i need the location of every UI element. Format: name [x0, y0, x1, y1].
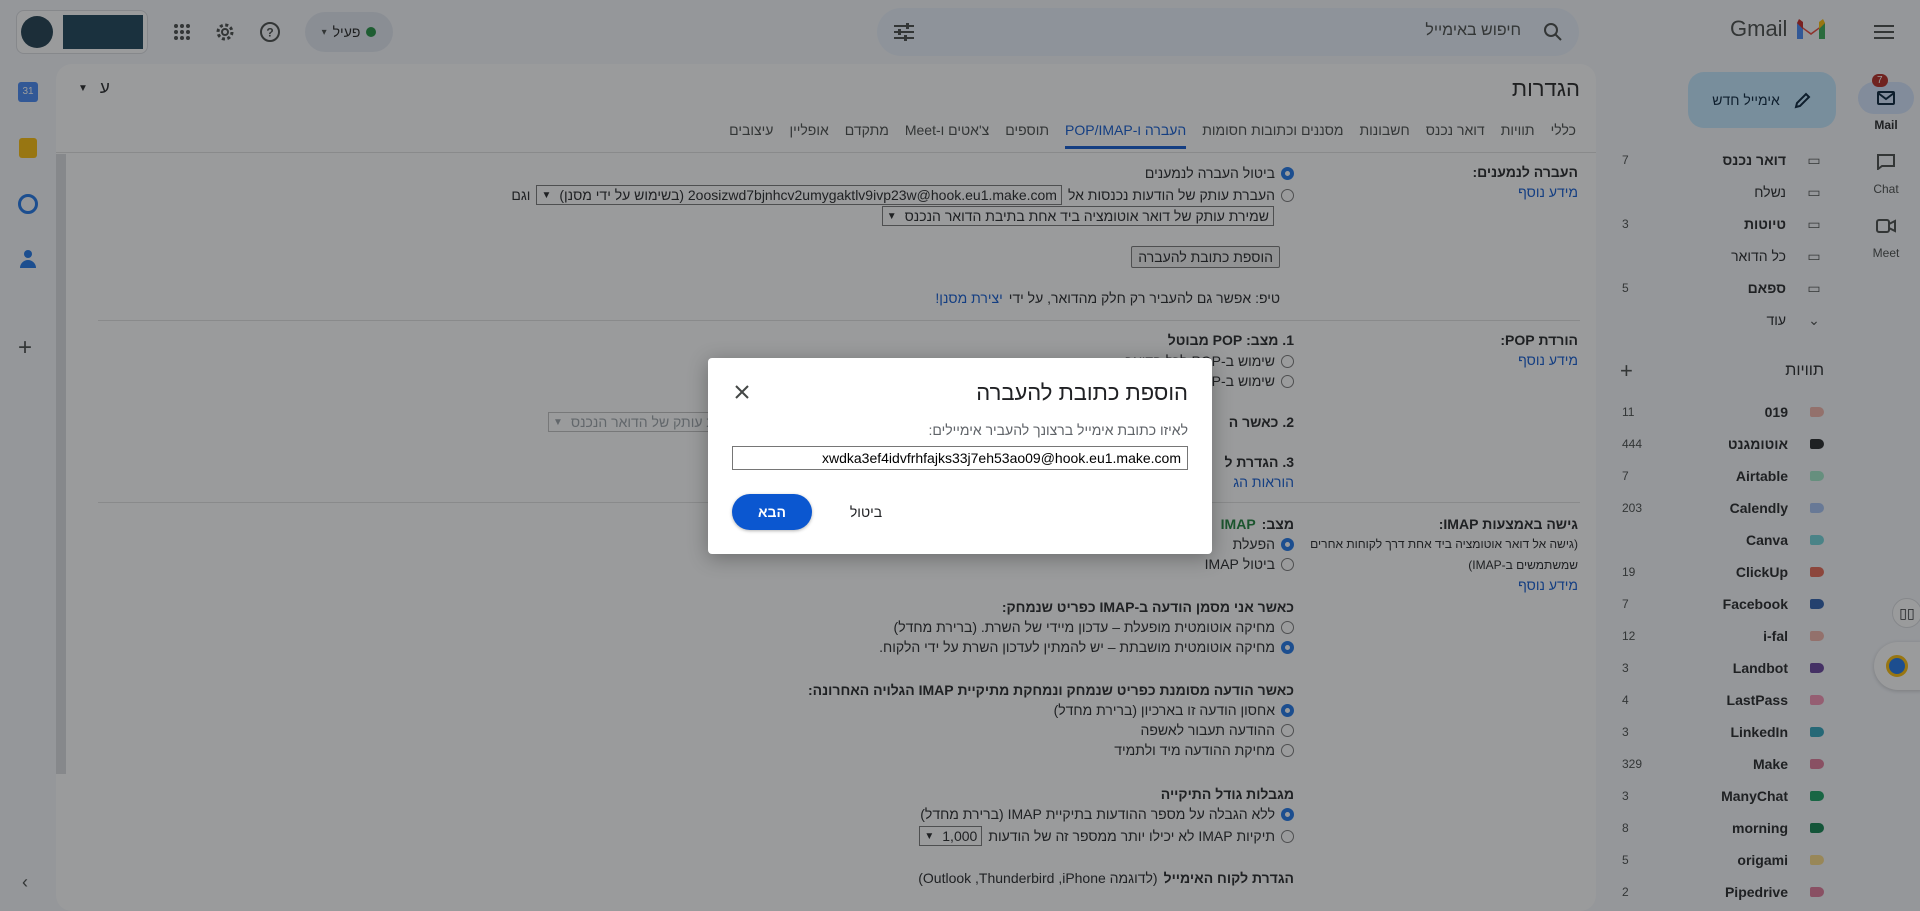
close-button[interactable] [728, 378, 756, 406]
close-icon [735, 385, 749, 399]
forwarding-email-input[interactable] [732, 446, 1188, 470]
dialog-title: הוספת כתובת להעברה [976, 380, 1188, 405]
next-button[interactable]: הבא [732, 494, 812, 530]
add-forwarding-dialog: הוספת כתובת להעברה לאיזו כתובת אימייל בר… [708, 358, 1212, 554]
cancel-button[interactable]: ביטול [834, 494, 898, 530]
dialog-prompt: לאיזו כתובת אימייל ברצונך להעביר אימיילי… [928, 422, 1188, 438]
